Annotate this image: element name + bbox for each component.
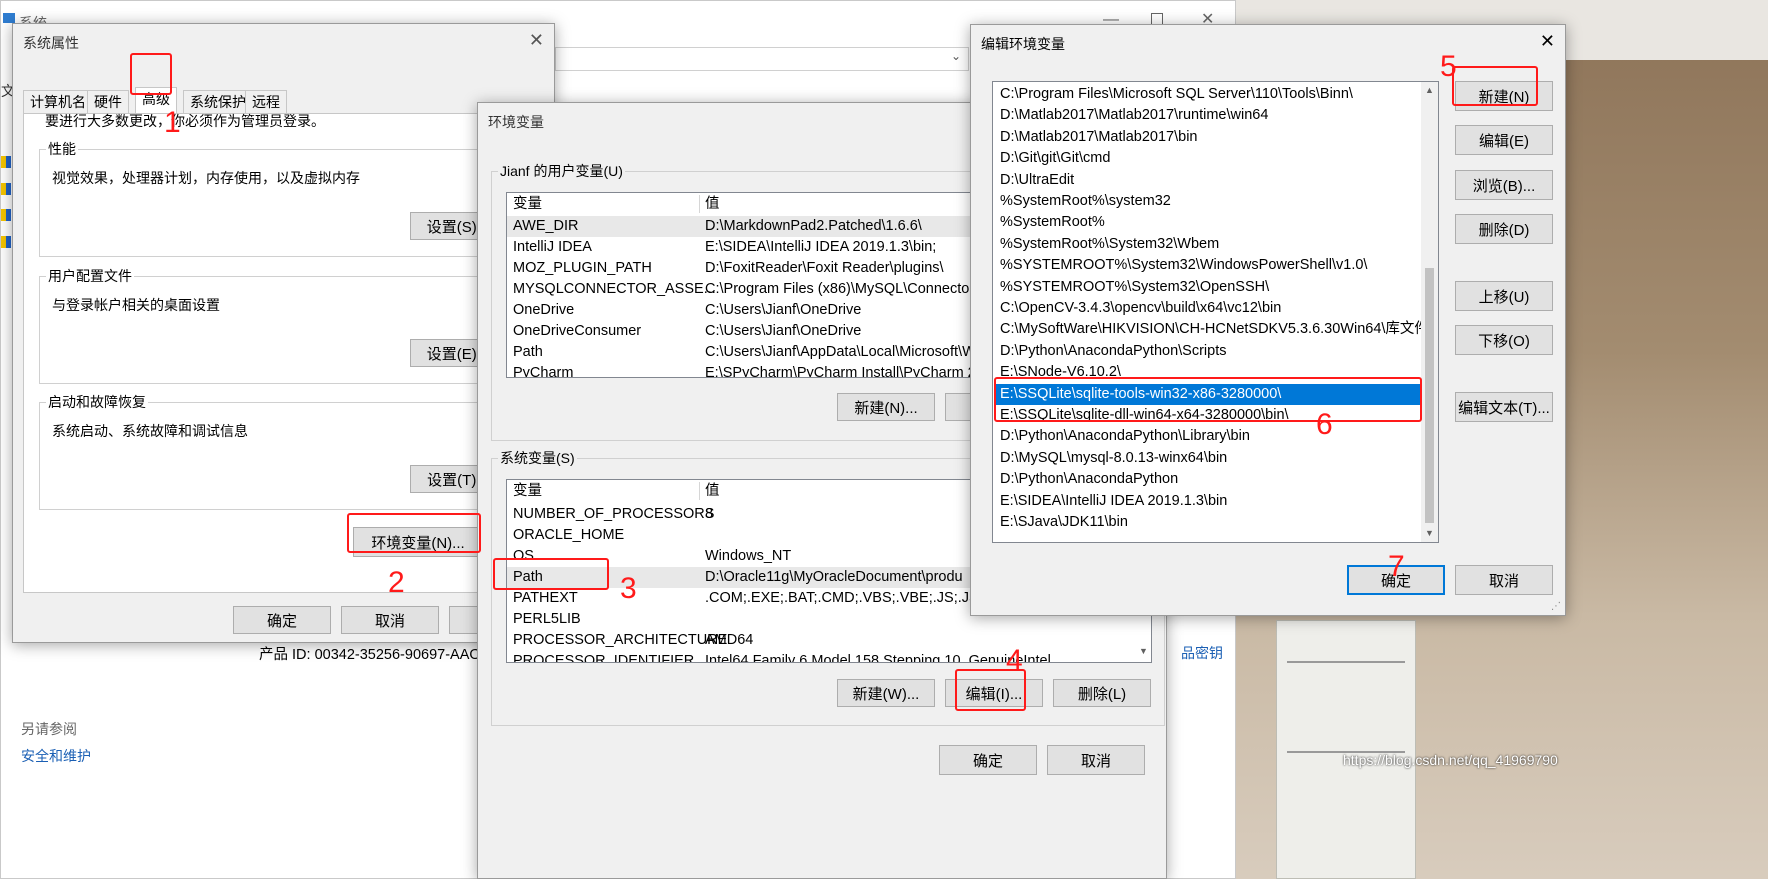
security-link[interactable]: 安全和维护 [21,746,91,766]
product-id: 产品 ID: 00342-35256-90697-AAO [259,647,481,663]
shield-icon [1,236,11,248]
annotation-number: 7 [1388,550,1405,583]
list-item[interactable]: %SystemRoot%\system32 [995,191,1420,212]
dialog-title: 系统属性 [23,35,79,51]
move-up-button[interactable]: 上移(U) [1455,281,1553,311]
group-description: 系统启动、系统故障和调试信息 [52,423,248,439]
activation-link[interactable]: 品密钥 [1181,643,1223,663]
cancel-button[interactable]: 取消 [1047,745,1145,775]
annotation-number: 5 [1440,50,1457,83]
annotation-number: 6 [1316,408,1333,441]
scrollbar-thumb[interactable] [1425,268,1434,523]
group-description: 与登录帐户相关的桌面设置 [52,297,220,313]
group-description: 视觉效果，处理器计划，内存使用，以及虚拟内存 [52,170,360,186]
chevron-down-icon[interactable]: ⌄ [951,49,961,63]
chevron-down-icon[interactable]: ▼ [1421,525,1438,542]
annotation-box-new-paths [994,377,1422,422]
list-item[interactable]: D:\UltraEdit [995,170,1420,191]
group-label: 性能 [46,139,78,159]
group-label: 用户配置文件 [46,266,134,286]
close-icon[interactable]: ✕ [1540,31,1555,52]
edit-environment-variable-dialog: 编辑环境变量 ✕ C:\Program Files\Microsoft SQL … [970,24,1566,616]
shield-icon [1,209,11,221]
chevron-down-icon[interactable]: ▼ [1135,643,1151,660]
annotation-box-new-button [1452,66,1538,106]
delete-button[interactable]: 删除(D) [1455,214,1553,244]
list-item[interactable]: C:\MySoftWare\HIKVISION\CH-HCNetSDKV5.3.… [995,319,1429,340]
startup-group: 启动和故障恢复 系统启动、系统故障和调试信息 设置(T)... [39,392,539,510]
close-icon[interactable]: ✕ [529,30,544,51]
path-list[interactable]: C:\Program Files\Microsoft SQL Server\11… [992,81,1439,543]
list-item[interactable]: E:\SIDEA\IntelliJ IDEA 2019.1.3\bin [995,491,1420,512]
group-label: Jianf 的用户变量(U) [498,161,625,181]
address-bar[interactable] [555,47,969,71]
annotation-number: 4 [1006,644,1023,677]
system-new-button[interactable]: 新建(W)... [837,679,935,707]
list-item[interactable]: %SYSTEMROOT%\System32\WindowsPowerShell\… [995,255,1420,276]
list-item[interactable]: %SystemRoot% [995,212,1420,233]
scrollbar[interactable]: ▲ ▼ [1421,82,1438,542]
edit-button[interactable]: 编辑(E) [1455,125,1553,155]
list-item[interactable]: D:\Python\AnacondaPython\Scripts [995,341,1420,362]
performance-group: 性能 视觉效果，处理器计划，内存使用，以及虚拟内存 设置(S)... [39,139,539,257]
cancel-button[interactable]: 取消 [1455,565,1553,595]
annotation-number: 2 [388,566,405,599]
column-header-value[interactable]: 值 [705,193,720,215]
cancel-button[interactable]: 取消 [341,606,439,634]
ok-button[interactable]: 确定 [939,745,1037,775]
see-also-label: 另请参阅 [21,721,77,737]
system-delete-button[interactable]: 删除(L) [1053,679,1151,707]
list-item[interactable]: D:\Python\AnacondaPython [995,469,1420,490]
profile-group: 用户配置文件 与登录帐户相关的桌面设置 设置(E)... [39,266,539,384]
list-item[interactable]: C:\OpenCV-3.4.3\opencv\build\x64\vc12\bi… [995,298,1420,319]
column-header-variable[interactable]: 变量 [513,480,542,502]
column-header-variable[interactable]: 变量 [513,193,542,215]
dialog-title: 编辑环境变量 [981,36,1065,52]
edit-text-button[interactable]: 编辑文本(T)... [1455,392,1553,422]
annotation-number: 1 [164,106,181,139]
admin-note: 要进行大多数更改，你必须作为管理员登录。 [45,113,325,129]
move-down-button[interactable]: 下移(O) [1455,325,1553,355]
list-item[interactable]: %SYSTEMROOT%\System32\OpenSSH\ [995,277,1420,298]
list-item[interactable]: D:\Git\git\Git\cmd [995,148,1420,169]
browse-button[interactable]: 浏览(B)... [1455,170,1553,200]
shield-icon [1,183,11,195]
user-new-button[interactable]: 新建(N)... [837,393,935,421]
list-item[interactable]: E:\SJava\JDK11\bin [995,512,1420,533]
annotation-box-path-row [493,558,609,590]
list-item[interactable]: D:\Matlab2017\Matlab2017\bin [995,127,1420,148]
resize-grip-icon[interactable]: ⋰ [1551,601,1561,612]
list-item[interactable]: D:\MySQL\mysql-8.0.13-winx64\bin [995,448,1420,469]
list-item[interactable]: C:\Program Files\Microsoft SQL Server\11… [995,84,1420,105]
chevron-up-icon[interactable]: ▲ [1421,82,1438,99]
annotation-box-env-button [347,513,481,553]
photo-cabinet [1276,620,1416,879]
annotation-box-advanced-tab [130,53,172,95]
system-window-icon [3,13,15,23]
column-header-value[interactable]: 值 [705,480,720,502]
group-label: 启动和故障恢复 [46,392,148,412]
ok-button[interactable]: 确定 [233,606,331,634]
list-item[interactable]: D:\Matlab2017\Matlab2017\runtime\win64 [995,105,1420,126]
dialog-title: 环境变量 [488,114,544,130]
shield-icon [1,156,11,168]
list-item[interactable]: %SystemRoot%\System32\Wbem [995,234,1420,255]
list-item[interactable]: D:\Python\AnacondaPython\Library\bin [995,426,1420,447]
watermark: https://blog.csdn.net/qq_41969790 [1343,752,1558,768]
group-label: 系统变量(S) [498,448,577,468]
annotation-number: 3 [620,572,637,605]
